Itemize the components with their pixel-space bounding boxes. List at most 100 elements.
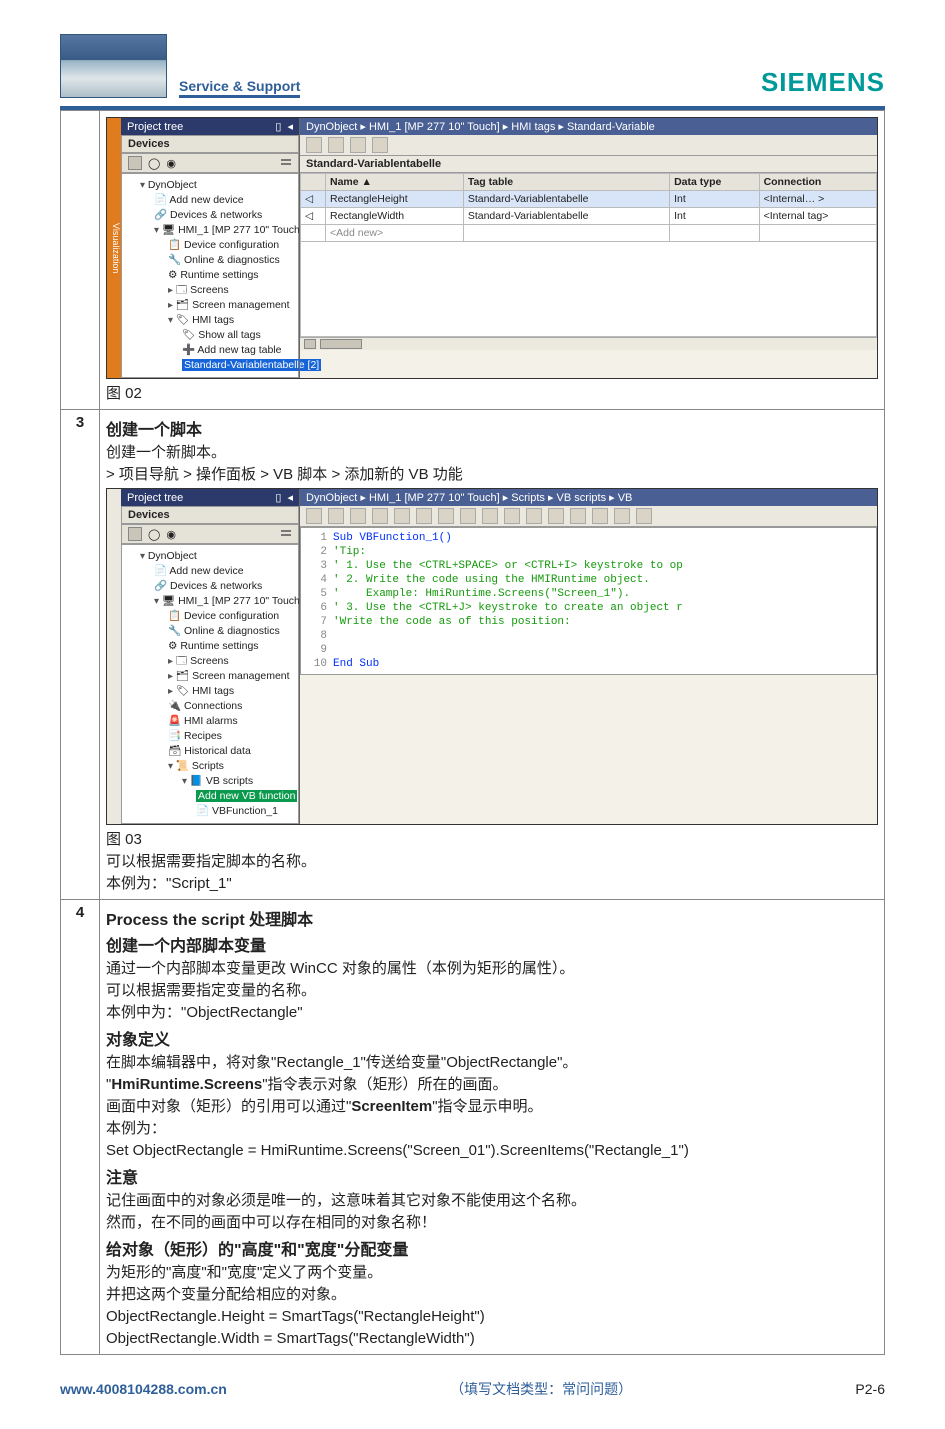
tool-icon[interactable]	[328, 508, 344, 524]
tool-icon[interactable]	[350, 137, 366, 153]
tag-table[interactable]: Name ▲ Tag table Data type Connection ◁ …	[300, 173, 877, 337]
list-icon[interactable]	[280, 157, 292, 169]
tree-add-device[interactable]: 📄 Add new device	[154, 193, 294, 208]
pin-icon[interactable]: ▯	[275, 491, 281, 504]
project-tree-titlebar: Project tree ▯◂	[121, 489, 299, 506]
tool-icon[interactable]	[460, 508, 476, 524]
col-datatype[interactable]: Data type	[670, 174, 760, 191]
collapse-icon[interactable]: ◂	[287, 491, 293, 504]
tree-historical-data[interactable]: 🗃 Historical data	[168, 744, 294, 759]
project-tree-label: Project tree	[127, 121, 183, 133]
tree-hmi[interactable]: 🖥 HMI_1 [MP 277 10" Touch] 📋 Device conf…	[154, 594, 294, 819]
tree-vbfunction-1[interactable]: 📄 VBFunction_1	[196, 804, 294, 819]
circle-dot-icon[interactable]: ◉	[166, 528, 176, 541]
tree-show-all-tags[interactable]: 🏷 Show all tags	[182, 328, 294, 343]
list-icon[interactable]	[280, 528, 292, 540]
step-4-content: Process the script 处理脚本 创建一个内部脚本变量 通过一个内…	[100, 900, 885, 1355]
tool-icon[interactable]	[526, 508, 542, 524]
sec4-p8: Set ObjectRectangle = HmiRuntime.Screens…	[106, 1140, 878, 1162]
page-header: Service & Support SIEMENS	[60, 34, 885, 98]
tool-icon[interactable]	[372, 137, 388, 153]
tree-hmi-alarms[interactable]: 🚨 HMI alarms	[168, 714, 294, 729]
tree-online-diag[interactable]: 🔧 Online & diagnostics	[168, 253, 294, 268]
fig03-after1: 可以根据需要指定脚本的名称。	[106, 851, 878, 873]
tool-icon[interactable]	[570, 508, 586, 524]
circle-icon[interactable]: ◯	[148, 157, 160, 170]
tool-icon[interactable]	[306, 508, 322, 524]
tag-row[interactable]: ◁ RectangleHeight Standard-Variablentabe…	[301, 191, 877, 208]
tree-devices-networks[interactable]: 🔗 Devices & networks	[154, 208, 294, 223]
grid-icon[interactable]	[128, 527, 142, 541]
tree-connections[interactable]: 🔌 Connections	[168, 699, 294, 714]
sec4-p3: 本例中为："ObjectRectangle"	[106, 1002, 878, 1024]
service-support-label: Service & Support	[179, 78, 300, 98]
page-footer: www.4008104288.com.cn （填写文档类型：常问问题） P2-6	[60, 1379, 885, 1399]
tree-hmi-tags[interactable]: 🏷 HMI tags	[168, 684, 294, 699]
tree-vb-scripts[interactable]: 📘 VB scripts Add new VB function 📄 VBFun…	[182, 774, 294, 819]
tree-root[interactable]: DynObject 📄 Add new device 🔗 Devices & n…	[140, 549, 294, 819]
tool-icon[interactable]	[548, 508, 564, 524]
circle-dot-icon[interactable]: ◉	[166, 157, 176, 170]
script-toolbar	[300, 506, 877, 527]
code-editor[interactable]: 1Sub VBFunction_1() 2'Tip: 3' 1. Use the…	[300, 527, 877, 675]
tool-icon[interactable]	[482, 508, 498, 524]
sec4-p10: 然而，在不同的画面中可以存在相同的对象名称！	[106, 1212, 878, 1234]
col-connection[interactable]: Connection	[759, 174, 876, 191]
tree-recipes[interactable]: 📑 Recipes	[168, 729, 294, 744]
tree-screens[interactable]: 🗔 Screens	[168, 654, 294, 669]
tool-icon[interactable]	[614, 508, 630, 524]
tag-table-title: Standard-Variablentabelle	[300, 156, 877, 173]
tool-icon[interactable]	[636, 508, 652, 524]
sec4-p11: 为矩形的"高度"和"宽度"定义了两个变量。	[106, 1262, 878, 1284]
tool-icon[interactable]	[592, 508, 608, 524]
tree-hmi-tags[interactable]: 🏷 HMI tags 🏷 Show all tags ➕ Add new tag…	[168, 313, 294, 373]
scrollbar[interactable]	[300, 337, 877, 350]
project-tree[interactable]: DynObject 📄 Add new device 🔗 Devices & n…	[121, 544, 299, 824]
tree-screen-mgmt[interactable]: 🗂 Screen management	[168, 669, 294, 684]
tree-online-diag[interactable]: 🔧 Online & diagnostics	[168, 624, 294, 639]
tree-runtime[interactable]: ⚙ Runtime settings	[168, 639, 294, 654]
collapse-icon[interactable]: ◂	[287, 120, 293, 133]
tool-icon[interactable]	[416, 508, 432, 524]
step-number-4: 4	[61, 900, 100, 1355]
sec3-line2: > 项目导航 > 操作面板 > VB 脚本 > 添加新的 VB 功能	[106, 464, 878, 486]
tool-icon[interactable]	[438, 508, 454, 524]
scroll-thumb	[320, 339, 362, 349]
sec4-h2: 对象定义	[106, 1026, 878, 1050]
project-tree[interactable]: DynObject 📄 Add new device 🔗 Devices & n…	[121, 173, 299, 378]
col-tagtable[interactable]: Tag table	[463, 174, 669, 191]
tool-icon[interactable]	[306, 137, 322, 153]
tree-screens[interactable]: 🗔 Screens	[168, 283, 294, 298]
sec4-p5: "HmiRuntime.Screens"指令表示对象（矩形）所在的画面。	[106, 1074, 878, 1096]
col-name[interactable]: Name ▲	[326, 174, 464, 191]
tool-icon[interactable]	[328, 137, 344, 153]
tree-device-config[interactable]: 📋 Device configuration	[168, 609, 294, 624]
tree-runtime[interactable]: ⚙ Runtime settings	[168, 268, 294, 283]
tree-add-vb-function[interactable]: Add new VB function	[196, 789, 294, 804]
footer-url: www.4008104288.com.cn	[60, 1381, 227, 1397]
figure-caption: 图 02	[106, 382, 878, 403]
tag-row[interactable]: ◁ RectangleWidth Standard-Variablentabel…	[301, 208, 877, 225]
step-3-content: 创建一个脚本 创建一个新脚本。 > 项目导航 > 操作面板 > VB 脚本 > …	[100, 410, 885, 900]
tree-std-var-table[interactable]: Standard-Variablentabelle [2]	[182, 358, 294, 373]
sec4-p13: ObjectRectangle.Height = SmartTags("Rect…	[106, 1306, 878, 1328]
tool-icon[interactable]	[350, 508, 366, 524]
tree-devices-networks[interactable]: 🔗 Devices & networks	[154, 579, 294, 594]
pin-icon[interactable]: ▯	[275, 120, 281, 133]
tree-add-tag-table[interactable]: ➕ Add new tag table	[182, 343, 294, 358]
tree-scripts[interactable]: 📜 Scripts 📘 VB scripts Add new VB functi…	[168, 759, 294, 819]
tree-device-config[interactable]: 📋 Device configuration	[168, 238, 294, 253]
tree-add-device[interactable]: 📄 Add new device	[154, 564, 294, 579]
tool-icon[interactable]	[394, 508, 410, 524]
breadcrumb: DynObject ▸ HMI_1 [MP 277 10" Touch] ▸ H…	[300, 118, 877, 135]
tree-screen-mgmt[interactable]: 🗂 Screen management	[168, 298, 294, 313]
sec4-p9: 记住画面中的对象必须是唯一的，这意味着其它对象不能使用这个名称。	[106, 1190, 878, 1212]
tree-hmi[interactable]: 🖥 HMI_1 [MP 277 10" Touch] 📋 Device conf…	[154, 223, 294, 373]
sec3-title: 创建一个脚本	[106, 416, 878, 440]
tool-icon[interactable]	[372, 508, 388, 524]
tool-icon[interactable]	[504, 508, 520, 524]
circle-icon[interactable]: ◯	[148, 528, 160, 541]
grid-icon[interactable]	[128, 156, 142, 170]
sec4-p12: 并把这两个变量分配给相应的对象。	[106, 1284, 878, 1306]
tag-row-addnew[interactable]: <Add new>	[301, 225, 877, 242]
